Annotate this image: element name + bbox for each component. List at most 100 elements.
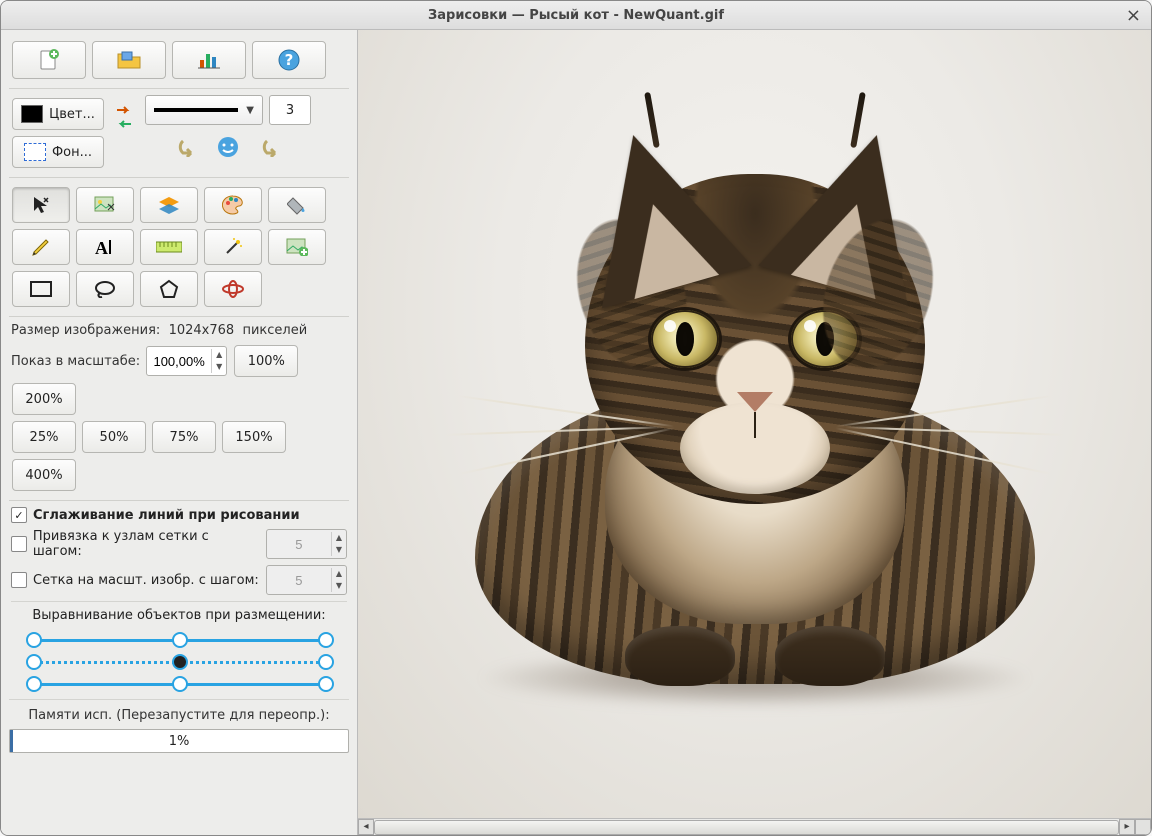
mesh-icon xyxy=(222,280,244,298)
wand-icon xyxy=(223,237,243,257)
checkbox-empty-icon xyxy=(11,572,27,588)
memory-section: Памяти исп. (Перезапустите для переопр.)… xyxy=(9,699,349,753)
grid-show-label: Сетка на масшт. изобр. с шагом: xyxy=(33,573,259,588)
canvas-area: ◂ ▸ xyxy=(358,30,1151,835)
tool-mesh[interactable] xyxy=(204,271,262,307)
tool-wand[interactable] xyxy=(204,229,262,265)
face-icon xyxy=(217,136,239,158)
zoom-preset-50[interactable]: 50% xyxy=(82,421,146,453)
resize-grip-icon[interactable] xyxy=(1135,819,1151,835)
tool-layers[interactable] xyxy=(140,187,198,223)
image-select-icon xyxy=(94,196,116,214)
redo-button[interactable] xyxy=(257,137,281,157)
spin-down-icon[interactable]: ▼ xyxy=(212,361,226,373)
grid-snap-checkbox[interactable]: Привязка к узлам сетки с шагом: ▲▼ xyxy=(11,529,347,559)
memory-percent: 1% xyxy=(10,730,348,752)
open-file-button[interactable] xyxy=(92,41,166,79)
fg-color-label: Цвет... xyxy=(49,107,95,122)
zoom-preset-400[interactable]: 400% xyxy=(12,459,76,491)
checkbox-empty-icon xyxy=(11,536,27,552)
cat-illustration xyxy=(395,104,1115,744)
swap-colors-button[interactable] xyxy=(111,95,137,139)
grid-show-checkbox[interactable]: Сетка на масшт. изобр. с шагом: ▲▼ xyxy=(11,565,347,595)
tool-palette[interactable] xyxy=(204,187,262,223)
close-icon[interactable]: × xyxy=(1126,5,1141,26)
open-folder-icon xyxy=(117,50,141,70)
zoom-preset-100[interactable]: 100% xyxy=(234,345,298,377)
undo-icon xyxy=(175,137,199,157)
swap-icon xyxy=(113,102,135,132)
image-size-unit: пикселей xyxy=(242,323,307,338)
palette-icon xyxy=(222,195,244,215)
zoom-preset-150[interactable]: 150% xyxy=(222,421,286,453)
new-file-icon xyxy=(38,49,60,71)
antialias-checkbox[interactable]: ✓ Сглаживание линий при рисовании xyxy=(11,507,347,523)
alignment-title: Выравнивание объектов при размещении: xyxy=(11,608,347,623)
line-width-input[interactable]: 3 xyxy=(269,95,311,125)
grid-snap-label: Привязка к узлам сетки с шагом: xyxy=(33,529,260,559)
image-size-row: Размер изображения: 1024x768 пикселей xyxy=(11,323,347,338)
scroll-right-icon[interactable]: ▸ xyxy=(1119,819,1135,835)
chart-button[interactable] xyxy=(172,41,246,79)
svg-text:A: A xyxy=(95,238,108,256)
rect-icon xyxy=(30,281,52,297)
bg-color-label: Фон... xyxy=(52,145,92,160)
black-swatch-icon xyxy=(21,105,43,123)
titlebar: Зарисовки — Рысый кот - NewQuant.gif × xyxy=(1,1,1151,30)
tool-crop-image[interactable] xyxy=(268,229,326,265)
tool-pencil[interactable] xyxy=(12,229,70,265)
svg-text:?: ? xyxy=(285,51,294,69)
zoom-label: Показ в масштабе: xyxy=(11,354,140,369)
window-title: Зарисовки — Рысый кот - NewQuant.gif xyxy=(428,8,724,23)
pencil-icon xyxy=(31,237,51,257)
background-color-button[interactable]: Фон... xyxy=(12,136,104,168)
new-file-button[interactable] xyxy=(12,41,86,79)
tool-polygon[interactable] xyxy=(140,271,198,307)
tool-text[interactable]: A xyxy=(76,229,134,265)
alignment-widget[interactable] xyxy=(15,631,343,691)
tool-ruler[interactable] xyxy=(140,229,198,265)
help-button[interactable]: ? xyxy=(252,41,326,79)
undo-button[interactable] xyxy=(175,137,199,157)
tool-select-arrow[interactable] xyxy=(12,187,70,223)
bucket-icon xyxy=(287,195,307,215)
help-icon: ? xyxy=(278,49,300,71)
zoom-value[interactable] xyxy=(147,353,211,370)
line-preview-icon xyxy=(154,108,238,112)
checkbox-checked-icon: ✓ xyxy=(11,507,27,523)
layers-icon xyxy=(158,196,180,214)
canvas-viewport[interactable] xyxy=(358,30,1151,818)
main-toolbar: ? xyxy=(9,38,349,82)
tool-rectangle[interactable] xyxy=(12,271,70,307)
transparent-swatch-icon xyxy=(24,143,46,161)
zoom-spinner[interactable]: ▲▼ xyxy=(146,346,227,376)
image-size-value: 1024x768 xyxy=(169,323,235,338)
polygon-icon xyxy=(159,279,179,299)
crop-image-icon xyxy=(286,238,308,256)
ruler-icon xyxy=(156,240,182,254)
line-width-value: 3 xyxy=(286,103,294,118)
spin-up-icon[interactable]: ▲ xyxy=(212,349,226,361)
zoom-preset-200[interactable]: 200% xyxy=(12,383,76,415)
scroll-thumb[interactable] xyxy=(374,820,1119,835)
image-size-label: Размер изображения: xyxy=(11,323,160,338)
chevron-down-icon: ▼ xyxy=(246,105,254,116)
tool-select-image[interactable] xyxy=(76,187,134,223)
tool-fill[interactable] xyxy=(268,187,326,223)
canvas-image xyxy=(358,30,1151,818)
zoom-preset-75[interactable]: 75% xyxy=(152,421,216,453)
foreground-color-button[interactable]: Цвет... xyxy=(12,98,104,130)
app-window: Зарисовки — Рысый кот - NewQuant.gif × ? xyxy=(0,0,1152,836)
tool-lasso[interactable] xyxy=(76,271,134,307)
horizontal-scrollbar[interactable]: ◂ ▸ xyxy=(358,818,1151,835)
face-button[interactable] xyxy=(217,136,239,158)
antialias-label: Сглаживание линий при рисовании xyxy=(33,508,300,523)
memory-progressbar[interactable]: 1% xyxy=(9,729,349,753)
line-style-dropdown[interactable]: ▼ xyxy=(145,95,263,125)
grid-snap-value xyxy=(267,536,331,553)
grid-show-value xyxy=(267,572,331,589)
zoom-preset-25[interactable]: 25% xyxy=(12,421,76,453)
redo-icon xyxy=(257,137,281,157)
cursor-icon xyxy=(31,195,51,215)
scroll-left-icon[interactable]: ◂ xyxy=(358,819,374,835)
